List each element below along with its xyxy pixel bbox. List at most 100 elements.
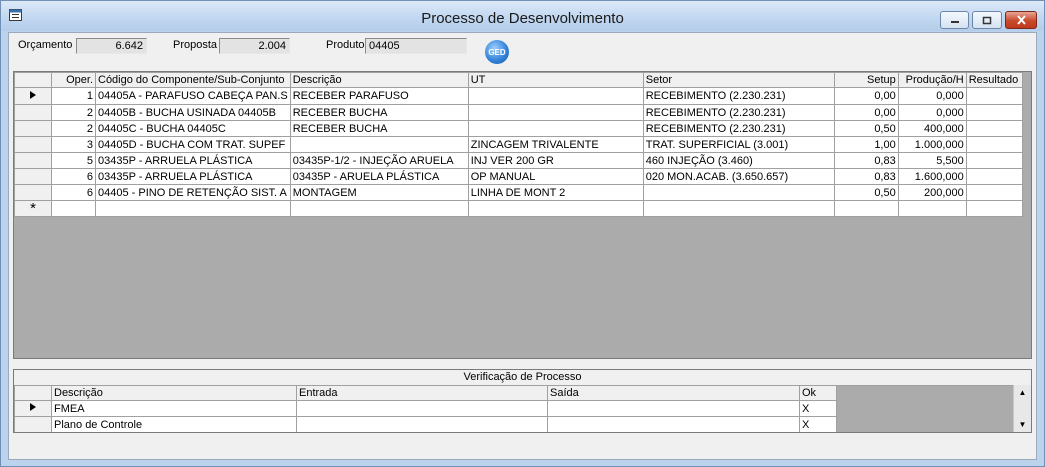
- new-cell[interactable]: [95, 200, 291, 217]
- new-cell[interactable]: [51, 200, 96, 217]
- new-row[interactable]: *: [14, 200, 1023, 217]
- cell-codigo[interactable]: 03435P - ARRUELA PLÁSTICA: [95, 152, 291, 169]
- cell-descricao[interactable]: RECEBER BUCHA: [289, 120, 469, 137]
- new-cell[interactable]: [897, 200, 967, 217]
- cell-descricao[interactable]: MONTAGEM: [289, 184, 469, 201]
- table-row[interactable]: 6 04405 - PINO DE RETENÇÃO SIST. A MONTA…: [14, 184, 1023, 201]
- cell-codigo[interactable]: 04405B - BUCHA USINADA 04405B: [95, 104, 291, 121]
- cell-setor[interactable]: 460 INJEÇÃO (3.460): [642, 152, 835, 169]
- cell-producao[interactable]: 0,000: [897, 87, 967, 105]
- cell-setup[interactable]: 0,83: [833, 152, 899, 169]
- col-codigo[interactable]: Código do Componente/Sub-Conjunto: [95, 72, 291, 88]
- table-row[interactable]: 2 04405C - BUCHA 04405C RECEBER BUCHA RE…: [14, 120, 1023, 137]
- cell-saida[interactable]: [547, 416, 800, 432]
- col-entrada[interactable]: Entrada: [296, 385, 548, 401]
- table-row[interactable]: Plano de Controle X: [14, 416, 837, 432]
- cell-ut[interactable]: [467, 87, 644, 105]
- cell-codigo[interactable]: 04405A - PARAFUSO CABEÇA PAN.S: [95, 87, 291, 105]
- cell-setup[interactable]: 0,50: [833, 120, 899, 137]
- row-selector[interactable]: [14, 416, 52, 432]
- cell-resultado[interactable]: [965, 136, 1023, 153]
- table-row[interactable]: 6 03435P - ARRUELA PLÁSTICA 03435P - ARU…: [14, 168, 1023, 185]
- col-producao[interactable]: Produção/H: [897, 72, 967, 88]
- cell-setor[interactable]: [642, 184, 835, 201]
- cell-ut[interactable]: LINHA DE MONT 2: [467, 184, 644, 201]
- cell-producao[interactable]: 1.000,000: [897, 136, 967, 153]
- cell-setor[interactable]: RECEBIMENTO (2.230.231): [642, 104, 835, 121]
- cell-ut[interactable]: [467, 120, 644, 137]
- cell-ok[interactable]: X: [799, 400, 837, 417]
- cell-setup[interactable]: 0,83: [833, 168, 899, 185]
- col-setup[interactable]: Setup: [833, 72, 899, 88]
- col-ut[interactable]: UT: [467, 72, 644, 88]
- proposta-field[interactable]: 2.004: [219, 38, 290, 54]
- row-selector[interactable]: [14, 120, 52, 137]
- cell-entrada[interactable]: [296, 400, 548, 417]
- cell-setup[interactable]: 0,00: [833, 87, 899, 105]
- col-descricao[interactable]: Descrição: [289, 72, 469, 88]
- title-bar[interactable]: Processo de Desenvolvimento: [1, 1, 1044, 31]
- cell-setor[interactable]: RECEBIMENTO (2.230.231): [642, 120, 835, 137]
- close-button[interactable]: [1005, 11, 1037, 29]
- cell-codigo[interactable]: 04405D - BUCHA COM TRAT. SUPEF: [95, 136, 291, 153]
- col-descricao[interactable]: Descrição: [51, 385, 297, 401]
- row-selector[interactable]: [14, 87, 52, 105]
- new-cell[interactable]: [289, 200, 469, 217]
- row-selector[interactable]: [14, 168, 52, 185]
- scroll-up-icon[interactable]: ▲: [1014, 385, 1031, 400]
- cell-codigo[interactable]: 04405C - BUCHA 04405C: [95, 120, 291, 137]
- row-selector[interactable]: [14, 400, 52, 417]
- cell-producao[interactable]: 1.600,000: [897, 168, 967, 185]
- cell-descricao[interactable]: Plano de Controle: [51, 416, 297, 432]
- cell-codigo[interactable]: 03435P - ARRUELA PLÁSTICA: [95, 168, 291, 185]
- cell-setor[interactable]: TRAT. SUPERFICIAL (3.001): [642, 136, 835, 153]
- cell-resultado[interactable]: [965, 168, 1023, 185]
- new-cell[interactable]: [965, 200, 1023, 217]
- cell-entrada[interactable]: [296, 416, 548, 432]
- new-cell[interactable]: [642, 200, 835, 217]
- col-ok[interactable]: Ok: [799, 385, 837, 401]
- cell-ut[interactable]: [467, 104, 644, 121]
- col-resultado[interactable]: Resultado: [965, 72, 1023, 88]
- cell-ut[interactable]: INJ VER 200 GR: [467, 152, 644, 169]
- cell-oper[interactable]: 5: [51, 152, 96, 169]
- produto-field[interactable]: 04405: [365, 38, 467, 54]
- new-row-marker[interactable]: *: [14, 200, 52, 217]
- cell-producao[interactable]: 5,500: [897, 152, 967, 169]
- vertical-scrollbar[interactable]: ▲ ▼: [1013, 385, 1031, 432]
- cell-ok[interactable]: X: [799, 416, 837, 432]
- cell-producao[interactable]: 200,000: [897, 184, 967, 201]
- cell-oper[interactable]: 6: [51, 184, 96, 201]
- cell-setor[interactable]: 020 MON.ACAB. (3.650.657): [642, 168, 835, 185]
- cell-producao[interactable]: 0,000: [897, 104, 967, 121]
- new-cell[interactable]: [833, 200, 899, 217]
- cell-resultado[interactable]: [965, 184, 1023, 201]
- cell-oper[interactable]: 2: [51, 120, 96, 137]
- cell-descricao[interactable]: [289, 136, 469, 153]
- new-cell[interactable]: [467, 200, 644, 217]
- ged-button[interactable]: GED: [485, 40, 509, 64]
- table-row[interactable]: 1 04405A - PARAFUSO CABEÇA PAN.S RECEBER…: [14, 87, 1023, 105]
- cell-setup[interactable]: 1,00: [833, 136, 899, 153]
- table-row[interactable]: FMEA X: [14, 400, 837, 417]
- cell-setor[interactable]: RECEBIMENTO (2.230.231): [642, 87, 835, 105]
- table-row[interactable]: 5 03435P - ARRUELA PLÁSTICA 03435P-1/2 -…: [14, 152, 1023, 169]
- cell-oper[interactable]: 1: [51, 87, 96, 105]
- cell-resultado[interactable]: [965, 152, 1023, 169]
- col-setor[interactable]: Setor: [642, 72, 835, 88]
- row-selector[interactable]: [14, 152, 52, 169]
- maximize-button[interactable]: [972, 11, 1002, 29]
- cell-codigo[interactable]: 04405 - PINO DE RETENÇÃO SIST. A: [95, 184, 291, 201]
- table-row[interactable]: 3 04405D - BUCHA COM TRAT. SUPEF ZINCAGE…: [14, 136, 1023, 153]
- cell-descricao[interactable]: 03435P - ARUELA PLÁSTICA: [289, 168, 469, 185]
- cell-resultado[interactable]: [965, 120, 1023, 137]
- cell-descricao[interactable]: RECEBER BUCHA: [289, 104, 469, 121]
- row-selector[interactable]: [14, 184, 52, 201]
- table-row[interactable]: 2 04405B - BUCHA USINADA 04405B RECEBER …: [14, 104, 1023, 121]
- cell-ut[interactable]: OP MANUAL: [467, 168, 644, 185]
- orcamento-field[interactable]: 6.642: [76, 38, 147, 54]
- minimize-button[interactable]: [940, 11, 969, 29]
- col-oper[interactable]: Oper.: [51, 72, 96, 88]
- cell-saida[interactable]: [547, 400, 800, 417]
- cell-descricao[interactable]: FMEA: [51, 400, 297, 417]
